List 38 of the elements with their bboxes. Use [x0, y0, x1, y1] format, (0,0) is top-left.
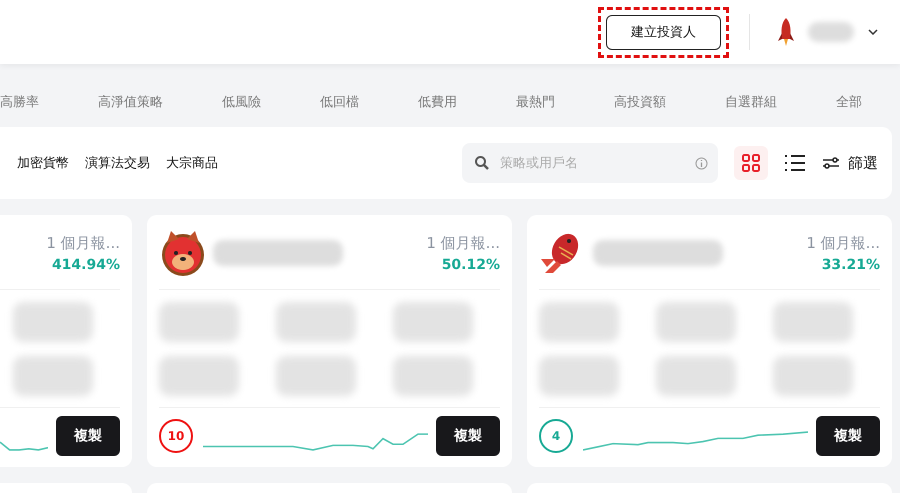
sparkline: [0, 441, 48, 451]
return-period-label: 1 個月報...: [426, 234, 500, 252]
filter-tag[interactable]: 大宗商品: [166, 154, 218, 172]
blurred-username: [808, 22, 854, 42]
risk-score: 4: [539, 419, 573, 453]
grid-icon: [741, 153, 761, 173]
search-icon: [474, 155, 490, 171]
copy-button[interactable]: 複製: [816, 416, 880, 456]
category-tab[interactable]: 自選群組: [725, 93, 777, 127]
info-icon: [695, 156, 708, 170]
category-tab[interactable]: 最熱門: [516, 93, 555, 127]
category-tab[interactable]: 低風險: [222, 93, 261, 127]
search-input[interactable]: 策略或用戶名: [498, 154, 687, 172]
return-value: 33.21%: [822, 256, 880, 272]
category-tab[interactable]: 高勝率: [0, 93, 39, 127]
filter-button[interactable]: 篩選: [822, 154, 878, 172]
dog-avatar-icon: [159, 229, 207, 277]
search-field[interactable]: 策略或用戶名: [462, 143, 718, 183]
category-tab[interactable]: 高投資額: [614, 93, 666, 127]
list-icon: [784, 154, 806, 172]
return-value: 414.94%: [52, 256, 120, 272]
copy-button[interactable]: 複製: [436, 416, 500, 456]
return-period-label: 1 個月報...: [46, 234, 120, 252]
copy-button[interactable]: 複製: [56, 416, 120, 456]
filter-tag[interactable]: 加密貨幣: [17, 154, 69, 172]
rocket-icon: [778, 17, 794, 47]
category-tab[interactable]: 高淨值策略: [98, 93, 163, 127]
sliders-icon: [822, 157, 840, 169]
return-value: 50.12%: [442, 256, 500, 272]
filter-tag[interactable]: 演算法交易: [85, 154, 150, 172]
chevron-down-icon[interactable]: [868, 29, 878, 35]
create-investor-button[interactable]: 建立投資人: [606, 14, 721, 50]
category-tab[interactable]: 全部: [836, 93, 862, 127]
grid-view-button[interactable]: [734, 146, 768, 180]
category-tab[interactable]: 低費用: [418, 93, 457, 127]
category-tab[interactable]: 低回檔: [320, 93, 359, 127]
risk-score: 10: [159, 419, 193, 453]
return-period-label: 1 個月報...: [806, 234, 880, 252]
